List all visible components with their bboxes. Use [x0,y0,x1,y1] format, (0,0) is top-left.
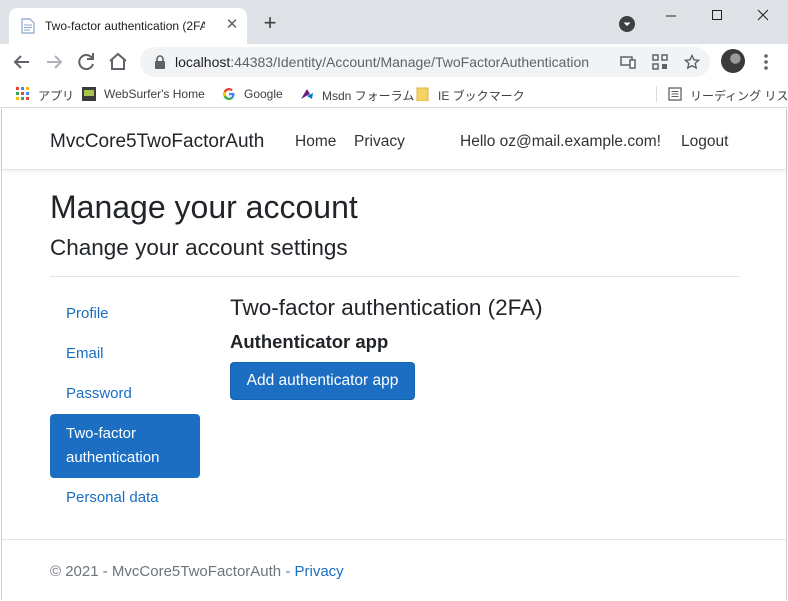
websurfer-icon [82,87,96,101]
section-subtitle: Authenticator app [230,331,388,353]
browser-toolbar: localhost:44383/Identity/Account/Manage/… [0,44,788,80]
bookmarks-bar: アプリ WebSurfer's Home Google Msdn フォーラム I… [0,80,788,108]
apps-grid-icon [16,87,30,101]
more-menu-icon[interactable] [756,50,776,74]
footer-privacy-link[interactable]: Privacy [294,563,343,580]
url-path: :44383/Identity/Account/Manage/TwoFactor… [230,54,589,70]
web-page: MvcCore5TwoFactorAuth Home Privacy Hello… [1,109,787,600]
reading-list-icon [668,87,682,101]
divider [50,276,740,277]
bookmark-label: IE ブックマーク [438,87,525,104]
page-icon [21,18,35,34]
profile-avatar[interactable] [721,49,745,73]
folder-icon [416,87,430,101]
section-title: Two-factor authentication (2FA) [230,295,543,321]
nav-greeting-link[interactable]: Hello oz@mail.example.com! [460,133,661,151]
install-app-icon[interactable] [620,54,636,70]
home-icon[interactable] [106,50,130,74]
url-host: localhost [175,54,230,70]
manage-nav-password[interactable]: Password [50,382,200,406]
google-icon [222,87,236,101]
site-brand-link[interactable]: MvcCore5TwoFactorAuth [50,131,264,153]
nav-link-home[interactable]: Home [295,133,336,151]
footer-text: © 2021 - MvcCore5TwoFactorAuth - Privacy [50,563,344,580]
reload-icon[interactable] [74,50,98,74]
minimize-icon[interactable] [648,4,694,28]
manage-nav-profile[interactable]: Profile [50,302,200,326]
window-close-icon[interactable] [740,4,786,28]
footer-copyright: © 2021 - MvcCore5TwoFactorAuth - [50,563,294,580]
logout-button[interactable]: Logout [681,133,728,151]
add-authenticator-app-button[interactable]: Add authenticator app [230,362,415,400]
msdn-icon [300,87,314,101]
browser-titlebar: Two-factor authentication (2FA) - ✕ + [0,0,788,44]
page-subtitle: Change your account settings [50,235,348,261]
address-bar[interactable]: localhost:44383/Identity/Account/Manage/… [140,47,710,77]
site-footer: © 2021 - MvcCore5TwoFactorAuth - Privacy [2,539,786,600]
qr-code-icon[interactable] [652,54,668,70]
tab-title: Two-factor authentication (2FA) - [45,19,205,33]
bookmark-label: Google [244,87,283,101]
forward-arrow-icon[interactable] [42,50,66,74]
reading-list-label: リーディング リスト [690,87,788,104]
manage-nav-email[interactable]: Email [50,342,200,366]
back-arrow-icon[interactable] [10,50,34,74]
site-navbar: MvcCore5TwoFactorAuth Home Privacy Hello… [2,109,786,170]
nav-link-privacy[interactable]: Privacy [354,133,405,151]
bookmarks-separator [656,86,657,102]
lock-icon[interactable] [154,55,166,69]
maximize-icon[interactable] [694,4,740,28]
url-text: localhost:44383/Identity/Account/Manage/… [175,54,589,70]
manage-nav-two-factor[interactable]: Two-factor authentication [50,414,200,478]
manage-nav-personal-data[interactable]: Personal data [50,486,200,510]
page-title: Manage your account [50,189,358,226]
bookmark-label: WebSurfer's Home [104,87,205,101]
new-tab-icon[interactable]: + [258,12,282,36]
browser-tab[interactable]: Two-factor authentication (2FA) - ✕ [9,8,247,44]
bookmark-star-icon[interactable] [684,54,700,70]
tab-close-icon[interactable]: ✕ [223,16,241,34]
bookmark-label: アプリ [38,87,74,104]
bookmark-label: Msdn フォーラム [322,87,414,104]
tab-search-icon[interactable] [618,15,636,33]
